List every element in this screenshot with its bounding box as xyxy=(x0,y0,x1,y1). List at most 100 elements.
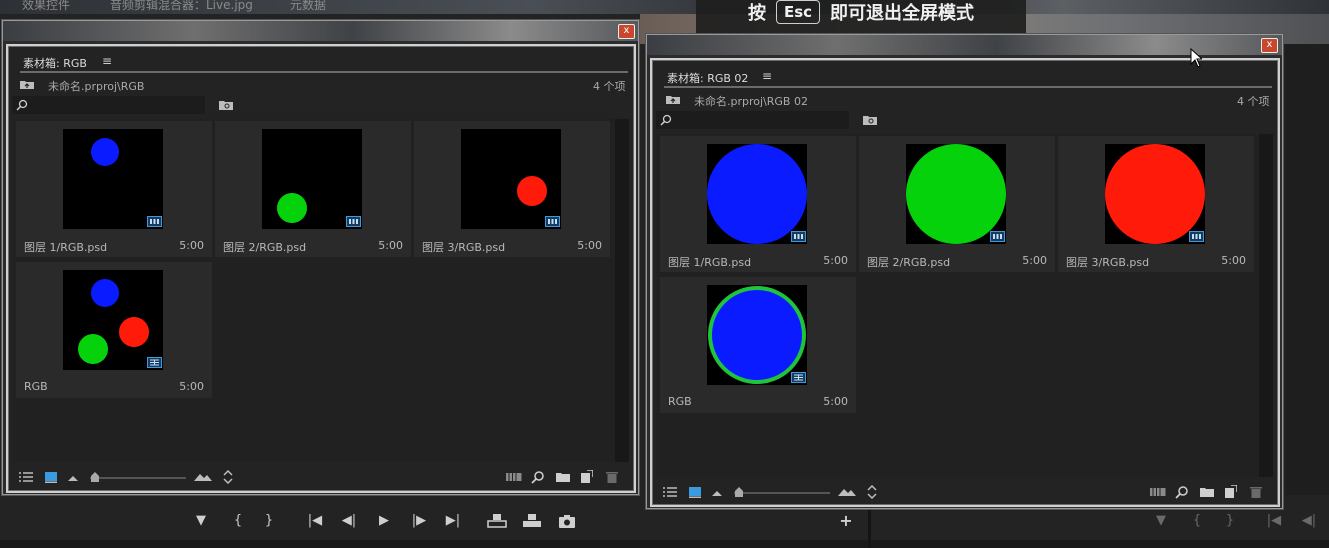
tab-audio-clip-mixer[interactable]: 音频剪辑混合器：Live.jpg xyxy=(110,0,253,13)
play-icon[interactable]: ▶ xyxy=(374,512,394,530)
new-search-bin-icon[interactable] xyxy=(863,114,877,125)
clip-name: 图层 3/RGB.psd xyxy=(1066,256,1150,269)
sequence-duration: 5:00 xyxy=(179,380,204,393)
blue-circle xyxy=(91,279,119,307)
clip-tile-layer-2[interactable]: 图层 2/RGB.psd 5:00 xyxy=(215,121,411,257)
automate-to-sequence-icon[interactable] xyxy=(1150,487,1166,497)
zoom-out-mountain-icon[interactable] xyxy=(68,474,78,482)
panel-menu-icon[interactable]: ≡ xyxy=(762,69,772,83)
new-bin-icon[interactable] xyxy=(556,471,570,482)
mark-out-icon[interactable]: } xyxy=(259,512,279,530)
bin-window-rgb: x 素材箱: RGB ≡ 未命名.prproj\RGB 4 个项 图层 1/RG… xyxy=(2,20,639,495)
esc-key-badge: Esc xyxy=(775,0,821,24)
export-frame-icon[interactable] xyxy=(557,513,577,529)
icon-view-icon[interactable] xyxy=(688,486,702,498)
background-tab-bar: 效果控件 音频剪辑混合器：Live.jpg 元数据 xyxy=(0,0,1329,14)
go-to-in-icon[interactable]: |◀ xyxy=(305,512,325,530)
new-item-icon[interactable] xyxy=(581,470,593,483)
clip-thumbnail xyxy=(906,144,1006,244)
sequence-name: RGB xyxy=(668,395,692,408)
clip-thumbnail xyxy=(461,129,561,229)
clip-name: 图层 2/RGB.psd xyxy=(867,256,951,269)
clip-duration: 5:00 xyxy=(378,239,403,252)
sequence-duration: 5:00 xyxy=(823,395,848,408)
vertical-scrollbar[interactable] xyxy=(615,119,629,462)
clip-tile-layer-1[interactable]: 图层 1/RGB.psd 5:00 xyxy=(16,121,212,257)
vertical-scrollbar[interactable] xyxy=(1259,134,1273,477)
zoom-in-mountain-icon[interactable] xyxy=(194,472,212,481)
clip-duration: 5:00 xyxy=(179,239,204,252)
clip-name: 图层 2/RGB.psd xyxy=(223,241,307,254)
clip-type-badge-icon xyxy=(791,231,806,242)
step-back-icon[interactable]: ◀| xyxy=(339,512,359,530)
marker-icon[interactable]: ▼ xyxy=(1151,512,1171,530)
go-to-in-icon[interactable]: |◀ xyxy=(1264,512,1284,530)
close-icon[interactable]: x xyxy=(618,24,635,39)
clip-type-badge-icon xyxy=(1189,231,1204,242)
zoom-slider-handle[interactable] xyxy=(91,472,99,482)
sequence-tile-rgb[interactable]: RGB 5:00 xyxy=(660,277,856,413)
bin-panel: 素材箱: RGB ≡ 未命名.prproj\RGB 4 个项 图层 1/RGB.… xyxy=(6,44,636,493)
automate-to-sequence-icon[interactable] xyxy=(506,472,522,482)
bin-window-rgb-02: x 素材箱: RGB 02 ≡ 未命名.prproj\RGB 02 4 个项 图… xyxy=(646,34,1283,509)
bin-tab-title[interactable]: 素材箱: RGB xyxy=(23,55,87,71)
zoom-slider-track[interactable] xyxy=(734,492,830,494)
blue-circle xyxy=(707,144,807,244)
trash-icon[interactable] xyxy=(606,470,618,483)
step-forward-icon[interactable]: |▶ xyxy=(409,512,429,530)
clip-tile-layer-1[interactable]: 图层 1/RGB.psd 5:00 xyxy=(660,136,856,272)
trash-icon[interactable] xyxy=(1250,485,1262,498)
insert-icon[interactable] xyxy=(487,513,507,529)
clip-thumbnail xyxy=(63,129,163,229)
find-icon[interactable] xyxy=(531,470,545,484)
new-item-icon[interactable] xyxy=(1225,485,1237,498)
panel-menu-icon[interactable]: ≡ xyxy=(102,54,112,68)
clip-tile-layer-3[interactable]: 图层 3/RGB.psd 5:00 xyxy=(414,121,610,257)
bin-up-folder-icon[interactable] xyxy=(666,94,680,104)
clip-tile-layer-3[interactable]: 图层 3/RGB.psd 5:00 xyxy=(1058,136,1254,272)
search-icon xyxy=(660,114,672,126)
bin-footer-toolbar xyxy=(12,466,632,488)
mark-in-icon[interactable]: { xyxy=(228,512,248,530)
tab-effect-controls[interactable]: 效果控件 xyxy=(22,0,70,13)
sort-icons-icon[interactable] xyxy=(867,485,877,499)
bin-window-titlebar[interactable] xyxy=(3,21,638,41)
mark-out-icon[interactable]: } xyxy=(1220,512,1240,530)
marker-icon[interactable]: ▼ xyxy=(191,512,211,530)
tab-metadata[interactable]: 元数据 xyxy=(290,0,326,13)
zoom-out-mountain-icon[interactable] xyxy=(712,489,722,497)
search-input[interactable] xyxy=(656,111,849,129)
close-icon[interactable]: x xyxy=(1261,38,1278,53)
mouse-cursor-icon xyxy=(1190,48,1202,68)
sort-icons-icon[interactable] xyxy=(223,470,233,484)
sequence-tile-rgb[interactable]: RGB 5:00 xyxy=(16,262,212,398)
clip-tile-layer-2[interactable]: 图层 2/RGB.psd 5:00 xyxy=(859,136,1055,272)
search-input[interactable] xyxy=(12,96,205,114)
zoom-in-mountain-icon[interactable] xyxy=(838,487,856,496)
new-search-bin-icon[interactable] xyxy=(219,99,233,110)
bin-up-folder-icon[interactable] xyxy=(20,79,34,89)
new-bin-icon[interactable] xyxy=(1200,486,1214,497)
clip-name: 图层 3/RGB.psd xyxy=(422,241,506,254)
blue-circle xyxy=(91,138,119,166)
zoom-slider-track[interactable] xyxy=(90,477,186,479)
sequence-type-badge-icon xyxy=(791,372,806,383)
go-to-out-icon[interactable]: ▶| xyxy=(443,512,463,530)
bin-window-titlebar[interactable] xyxy=(647,35,1282,55)
breadcrumb: 未命名.prproj\RGB 02 xyxy=(694,95,808,108)
overwrite-icon[interactable] xyxy=(522,513,542,529)
icon-view-icon[interactable] xyxy=(44,471,58,483)
bin-tab-title[interactable]: 素材箱: RGB 02 xyxy=(667,70,748,86)
add-button-icon[interactable]: + xyxy=(836,512,856,530)
list-view-icon[interactable] xyxy=(662,486,678,498)
fullscreen-notice: 按 Esc 即可退出全屏模式 xyxy=(696,0,1026,34)
sequence-name: RGB xyxy=(24,380,48,393)
clip-duration: 5:00 xyxy=(823,254,848,267)
mark-in-icon[interactable]: { xyxy=(1187,512,1207,530)
red-circle xyxy=(517,176,547,206)
find-icon[interactable] xyxy=(1175,485,1189,499)
step-back-icon[interactable]: ◀| xyxy=(1299,512,1319,530)
zoom-slider-handle[interactable] xyxy=(735,487,743,497)
list-view-icon[interactable] xyxy=(18,471,34,483)
tab-underline xyxy=(20,71,628,73)
